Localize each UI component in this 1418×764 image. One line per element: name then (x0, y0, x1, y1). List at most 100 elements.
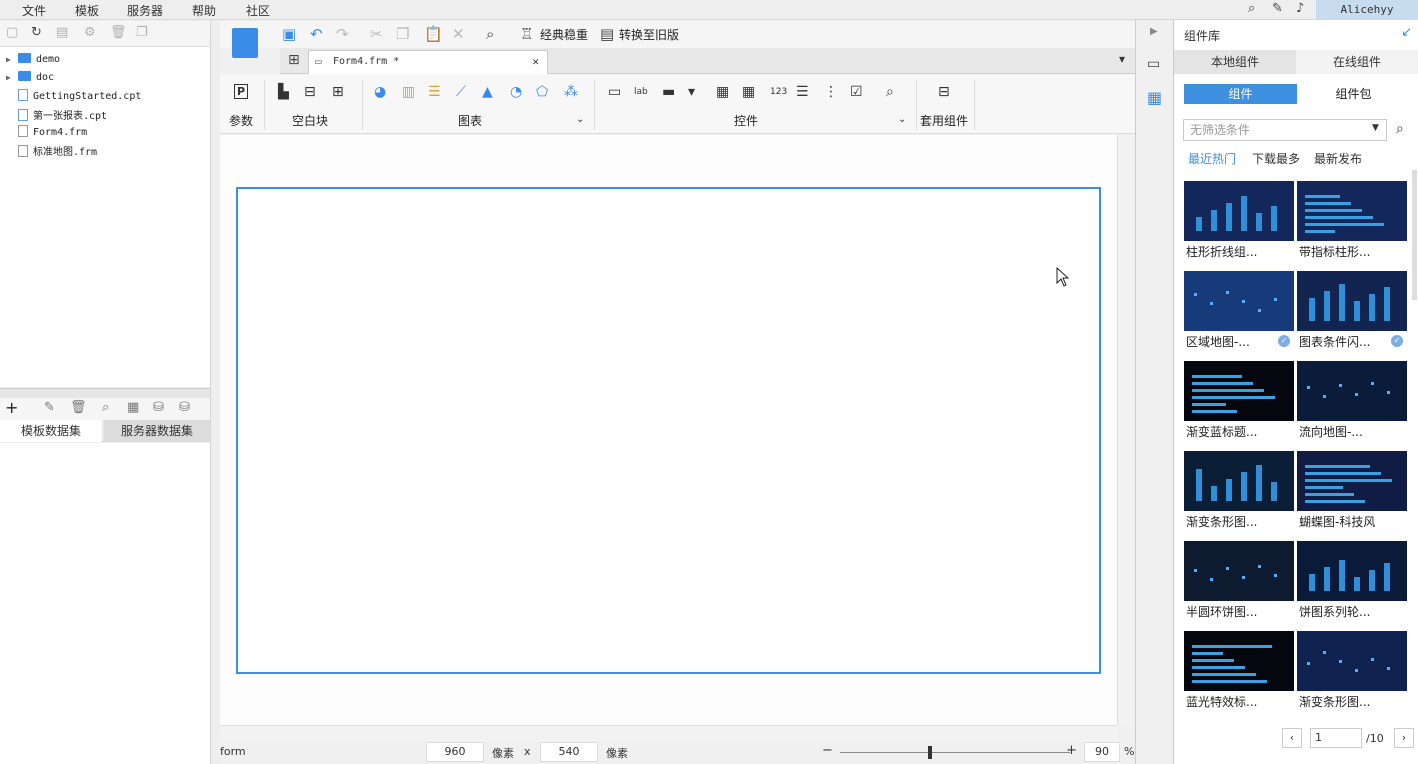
component-library-icon[interactable]: ▦ (1147, 88, 1162, 107)
form-app-icon[interactable] (232, 28, 258, 58)
zoom-in-icon[interactable]: + (1066, 743, 1077, 758)
vertical-splitter[interactable] (210, 20, 220, 764)
edit-icon[interactable]: ✎ (44, 400, 55, 415)
component-card[interactable]: 流向地图-... (1297, 361, 1407, 441)
filter-select[interactable]: 无筛选条件 (1183, 119, 1387, 141)
table-block-icon[interactable]: ⊞ (332, 84, 344, 100)
component-card[interactable]: 渐变条形图... (1184, 451, 1294, 531)
pie-chart-icon[interactable]: ◕ (374, 84, 386, 100)
menu-template[interactable]: 模板 (75, 2, 99, 19)
zoom-out-icon[interactable]: − (822, 743, 833, 758)
bell-icon[interactable]: ♪ (1296, 1, 1304, 16)
database-settings-icon[interactable]: ⛁ (179, 400, 190, 415)
new-folder-icon[interactable]: ▢ (6, 25, 18, 40)
horizontal-scrollbar[interactable] (220, 725, 1117, 741)
scatter-icon[interactable]: ⁂ (564, 84, 578, 100)
apply-component-icon[interactable]: ⊟ (938, 84, 950, 100)
radar-icon[interactable]: ⬠ (536, 84, 548, 100)
convert-old-button[interactable]: 转换至旧版 (619, 26, 679, 43)
redo-icon[interactable]: ↷ (336, 25, 349, 43)
tree-item-form4[interactable]: Form4.frm (6, 125, 87, 138)
chevron-down-icon[interactable]: ▼ (1372, 123, 1379, 133)
text-widget-icon[interactable]: lab (634, 87, 648, 97)
sort-recent-hot[interactable]: 最近热门 (1188, 150, 1236, 167)
width-input[interactable]: 960 (426, 742, 484, 762)
form-canvas[interactable] (236, 187, 1101, 674)
block-icon[interactable]: ▙ (278, 84, 289, 100)
calendar-widget-icon[interactable]: ▦ (742, 84, 755, 100)
chevron-down-icon[interactable]: ⌄ (576, 114, 584, 125)
search-icon[interactable]: ⌕ (1248, 1, 1255, 16)
line-chart-icon[interactable]: ⟋ (456, 84, 466, 100)
vertical-scrollbar[interactable] (1117, 135, 1135, 725)
convert-icon[interactable]: ▤ (600, 25, 614, 43)
chevron-down-icon[interactable]: ⌄ (898, 114, 906, 125)
label-widget-icon[interactable]: ▭ (608, 84, 621, 100)
add-icon[interactable]: + (5, 398, 18, 417)
sort-newest[interactable]: 最新发布 (1314, 150, 1362, 167)
prev-page-button[interactable]: ‹ (1282, 728, 1302, 748)
tab-form4[interactable]: ▭ Form4.frm * ✕ (308, 50, 548, 74)
tab-template-dataset[interactable]: 模板数据集 (0, 420, 102, 442)
delete-icon[interactable]: ✕ (452, 25, 465, 43)
search-icon[interactable]: ⌕ (1396, 121, 1404, 137)
checkbox-widget-icon[interactable]: ☑ (850, 84, 863, 100)
expand-icon[interactable]: ↙ (1401, 25, 1412, 40)
menu-help[interactable]: 帮助 (192, 2, 216, 19)
delete-icon[interactable]: 🗑 (70, 400, 87, 415)
database-icon[interactable]: ⛁ (153, 400, 164, 415)
area-chart-icon[interactable]: ▲ (482, 84, 493, 100)
tree-item-first-report[interactable]: 第一张报表.cpt (6, 107, 107, 122)
component-card[interactable]: 柱形折线组... (1184, 181, 1294, 261)
bar-chart-icon[interactable]: ▥ (402, 84, 415, 100)
number-widget-icon[interactable]: 123 (770, 87, 787, 97)
tab-menu-icon[interactable]: ▾ (1119, 52, 1125, 66)
zoom-input[interactable]: 90 (1084, 742, 1120, 762)
refresh-icon[interactable]: ↻ (31, 25, 42, 40)
copy-icon[interactable]: ❐ (136, 25, 148, 40)
menu-community[interactable]: 社区 (246, 2, 270, 19)
close-icon[interactable]: ✕ (532, 51, 539, 73)
component-card[interactable]: 渐变蓝标题... (1184, 361, 1294, 441)
component-card[interactable]: 饼图系列轮... (1297, 541, 1407, 621)
component-card[interactable]: 带指标柱形... (1297, 181, 1407, 261)
date-widget-icon[interactable]: ▦ (716, 84, 729, 100)
page-input[interactable]: 1 (1310, 728, 1362, 748)
cut-icon[interactable]: ✂ (370, 25, 383, 43)
settings-icon[interactable]: ⚙ (84, 25, 96, 40)
radio-widget-icon[interactable]: ⋮ (824, 84, 838, 100)
component-card[interactable]: 渐变条形图... (1297, 631, 1407, 711)
copy-icon[interactable]: ❐ (396, 25, 409, 43)
sort-most-downloads[interactable]: 下载最多 (1252, 150, 1300, 167)
undo-icon[interactable]: ↶ (310, 25, 323, 43)
tab-server-dataset[interactable]: 服务器数据集 (104, 420, 210, 442)
tab-local-components[interactable]: 本地组件 (1174, 50, 1296, 74)
menu-file[interactable]: 文件 (22, 2, 46, 19)
zoom-slider-handle[interactable] (928, 746, 932, 759)
zoom-slider[interactable] (840, 752, 1070, 753)
split-block-icon[interactable]: ⊟ (304, 84, 316, 100)
collapse-icon[interactable]: ▶ (1150, 26, 1158, 37)
library-scrollbar[interactable] (1412, 170, 1417, 300)
component-card[interactable]: 区域地图-... ✓ (1184, 271, 1294, 351)
component-card[interactable]: 蓝光特效标... (1184, 631, 1294, 711)
tree-item-standard-map[interactable]: 标准地图.frm (6, 143, 97, 158)
save-icon[interactable]: ▣ (282, 25, 296, 43)
segment-component[interactable]: 组件 (1184, 84, 1297, 104)
tree-item-demo[interactable]: ▶ demo (6, 53, 60, 65)
segment-component-package[interactable]: 组件包 (1297, 84, 1410, 104)
properties-icon[interactable]: ▤ (56, 25, 68, 40)
height-input[interactable]: 540 (540, 742, 598, 762)
preview-icon[interactable]: ⌕ (102, 400, 109, 415)
grid-icon[interactable]: ⊞ (288, 52, 300, 68)
table-icon[interactable]: ▦ (127, 400, 139, 415)
classic-theme-button[interactable]: 经典稳重 (540, 26, 588, 43)
input-widget-icon[interactable]: ▬ (662, 84, 675, 100)
widget-settings-icon[interactable]: ▭ (1147, 56, 1160, 72)
paste-icon[interactable]: 📋 (424, 25, 443, 43)
tree-item-doc[interactable]: ▶ doc (6, 71, 54, 83)
theme-icon[interactable]: ♖ (520, 25, 533, 43)
search-widget-icon[interactable]: ⌕ (886, 84, 894, 100)
notes-icon[interactable]: ✎ (1272, 1, 1283, 16)
horizontal-bar-icon[interactable]: ☰ (428, 84, 441, 100)
